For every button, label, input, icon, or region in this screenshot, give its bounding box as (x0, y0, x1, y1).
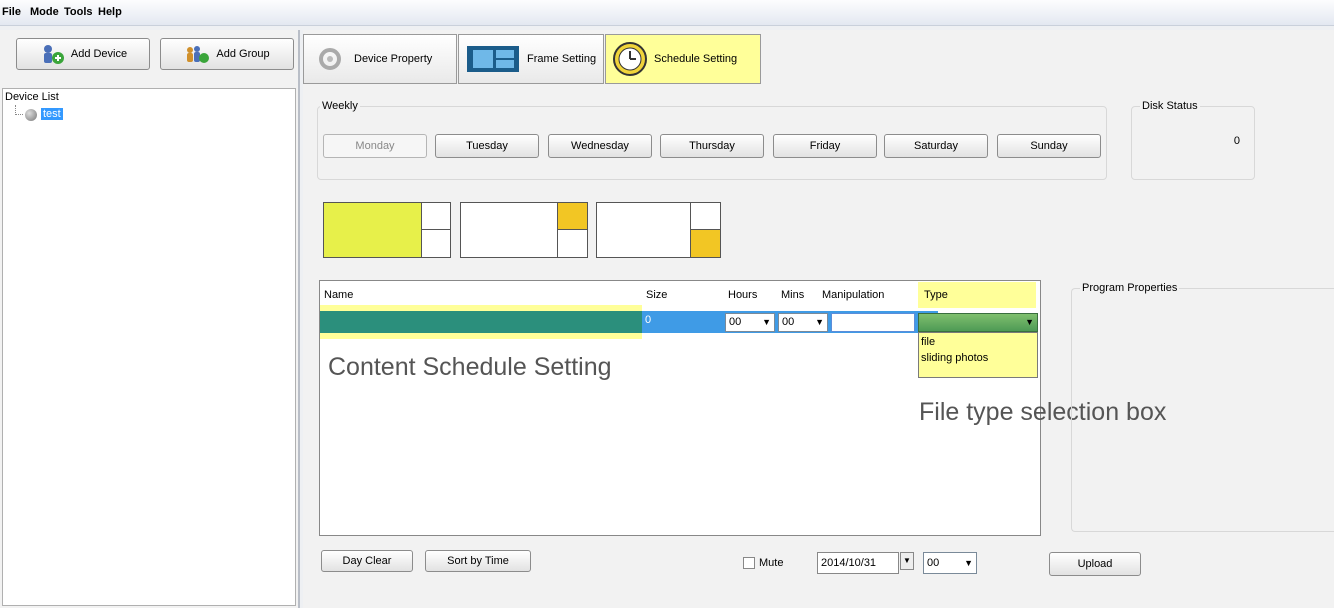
manipulation-input[interactable] (831, 313, 915, 332)
hours-select[interactable]: 00 ▼ (725, 313, 775, 332)
layout-option-3[interactable] (596, 202, 721, 258)
disk-status-group: Disk Status 0 (1131, 100, 1255, 180)
add-group-label: Add Group (216, 48, 270, 60)
hour-select[interactable]: 00 ▼ (923, 552, 977, 574)
tab-device-property[interactable]: Device Property (303, 34, 457, 84)
right-panel: Device Property Frame Setting Schedule S… (303, 30, 1334, 608)
device-list: Device List test (2, 88, 296, 606)
name-cell[interactable] (320, 311, 642, 333)
disk-status-title: Disk Status (1140, 100, 1200, 112)
chevron-down-icon: ▼ (815, 317, 824, 327)
program-properties-group: Program Properties (1071, 282, 1334, 532)
gear-icon (319, 48, 341, 70)
tab-schedule-setting-label: Schedule Setting (654, 53, 738, 65)
add-device-icon (43, 45, 64, 64)
weekly-title: Weekly (320, 100, 360, 112)
disk-status-value: 0 (1233, 135, 1240, 147)
device-item[interactable]: test (41, 108, 63, 120)
add-device-label: Add Device (70, 48, 128, 60)
sort-by-time-button[interactable]: Sort by Time (425, 550, 531, 572)
frame-icon (467, 46, 519, 72)
tab-device-property-label: Device Property (354, 53, 433, 65)
menu-help[interactable]: Help (98, 6, 122, 18)
add-device-button[interactable]: Add Device (16, 38, 150, 70)
menu-mode[interactable]: Mode (30, 6, 59, 18)
chevron-down-icon: ▼ (1025, 317, 1034, 327)
device-status-icon (25, 109, 37, 121)
hours-select-value: 00 (729, 316, 742, 328)
header-mins[interactable]: Mins (781, 289, 804, 301)
name-header-bg (320, 281, 642, 307)
type-dropdown-list: file sliding photos (918, 332, 1038, 378)
date-field[interactable]: 2014/10/31 (817, 552, 899, 574)
menu-bar: File Mode Tools Help (0, 0, 1334, 26)
date-picker-button[interactable]: ▼ (900, 552, 914, 570)
day-button-monday[interactable]: Monday (323, 134, 427, 158)
day-clear-button[interactable]: Day Clear (321, 550, 413, 572)
add-group-button[interactable]: Add Group (160, 38, 294, 70)
hour-select-value: 00 (927, 557, 940, 569)
chevron-down-icon: ▼ (964, 558, 973, 568)
type-select[interactable]: ▼ (918, 313, 1038, 332)
left-panel: Add Device Add Group Device List test (0, 30, 300, 608)
day-button-friday[interactable]: Friday (773, 134, 877, 158)
mins-select[interactable]: 00 ▼ (778, 313, 828, 332)
menu-tools[interactable]: Tools (64, 6, 93, 18)
layout-option-2[interactable] (460, 202, 588, 258)
add-group-icon (187, 46, 210, 63)
upload-button[interactable]: Upload (1049, 552, 1141, 576)
device-list-title: Device List (5, 91, 59, 103)
menu-file[interactable]: File (2, 6, 21, 18)
day-button-thursday[interactable]: Thursday (660, 134, 764, 158)
header-name[interactable]: Name (324, 289, 353, 301)
size-cell[interactable]: 0 (642, 311, 724, 333)
header-size[interactable]: Size (646, 289, 667, 301)
header-type[interactable]: Type (924, 289, 948, 301)
tab-schedule-setting[interactable]: Schedule Setting (605, 34, 761, 84)
day-button-saturday[interactable]: Saturday (884, 134, 988, 158)
chevron-down-icon: ▼ (762, 317, 771, 327)
program-properties-title: Program Properties (1080, 282, 1180, 294)
header-manipulation[interactable]: Manipulation (822, 289, 884, 301)
tab-frame-setting[interactable]: Frame Setting (458, 34, 604, 84)
day-button-sunday[interactable]: Sunday (997, 134, 1101, 158)
mute-label: Mute (759, 557, 784, 569)
tab-frame-setting-label: Frame Setting (527, 53, 597, 65)
header-hours[interactable]: Hours (728, 289, 757, 301)
tree-line (15, 105, 23, 115)
type-option-file[interactable]: file (919, 333, 1037, 348)
clock-icon (613, 42, 647, 76)
day-button-wednesday[interactable]: Wednesday (548, 134, 652, 158)
name-highlight-bottom (320, 333, 642, 339)
content-schedule-annotation: Content Schedule Setting (328, 353, 612, 381)
layout-option-1[interactable] (323, 202, 451, 258)
type-option-sliding-photos[interactable]: sliding photos (919, 348, 1037, 364)
mins-select-value: 00 (782, 316, 795, 328)
mute-checkbox[interactable] (743, 557, 755, 569)
day-button-tuesday[interactable]: Tuesday (435, 134, 539, 158)
